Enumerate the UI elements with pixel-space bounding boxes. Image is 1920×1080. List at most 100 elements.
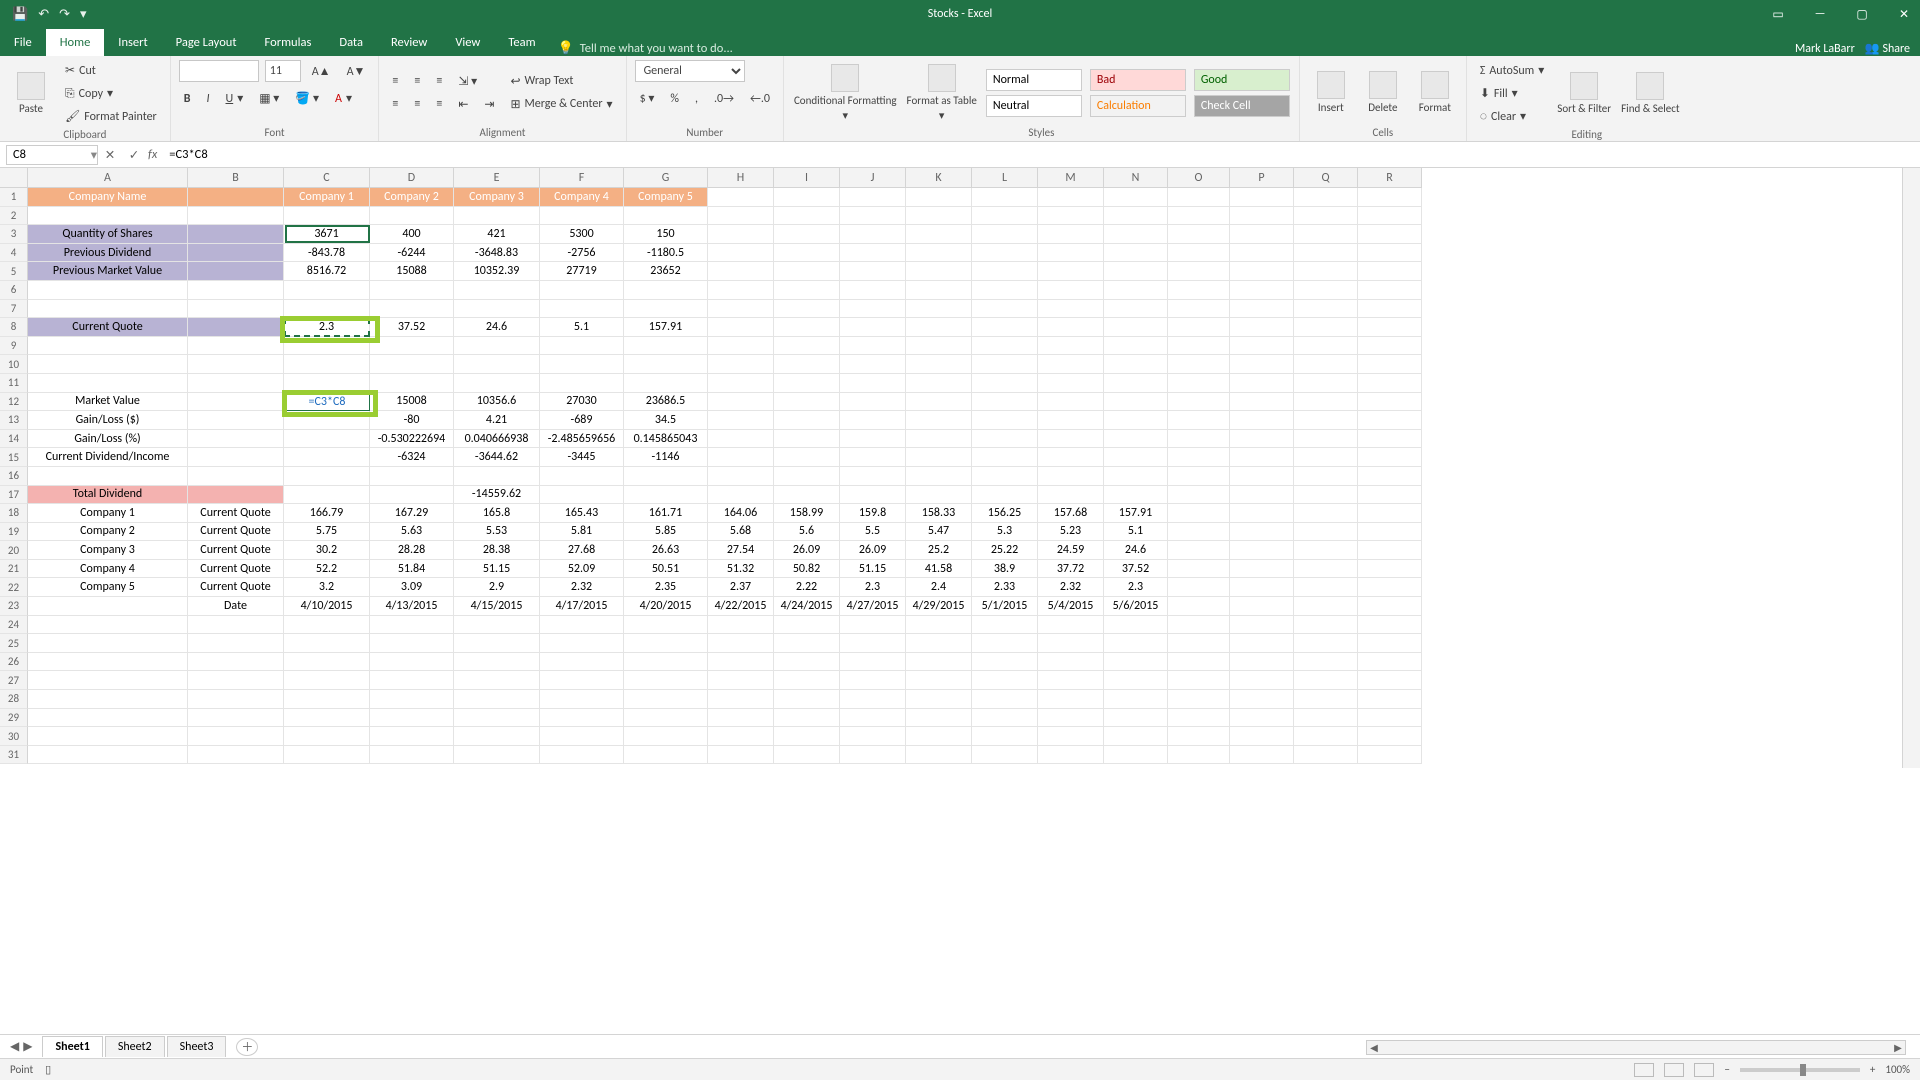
cell-G28[interactable]: [624, 690, 708, 709]
cell-F4[interactable]: -2756: [540, 244, 624, 263]
cell-A22[interactable]: Company 5: [28, 578, 188, 597]
cell-I5[interactable]: [774, 262, 840, 281]
cell-M6[interactable]: [1038, 281, 1104, 300]
cell-B16[interactable]: [188, 467, 284, 486]
cell-P30[interactable]: [1230, 727, 1294, 746]
cell-Q2[interactable]: [1294, 207, 1358, 226]
tab-view[interactable]: View: [441, 29, 494, 56]
cell-R4[interactable]: [1358, 244, 1422, 263]
cell-M18[interactable]: 157.68: [1038, 504, 1104, 523]
row-header-8[interactable]: 8: [0, 318, 28, 337]
cell-R2[interactable]: [1358, 207, 1422, 226]
cell-L28[interactable]: [972, 690, 1038, 709]
merge-center-button[interactable]: ⊞ Merge & Center ▾: [505, 94, 617, 115]
cell-D7[interactable]: [370, 300, 454, 319]
row-header-4[interactable]: 4: [0, 244, 28, 263]
share-button[interactable]: 👥 Share: [1865, 41, 1910, 56]
cell-O9[interactable]: [1168, 337, 1230, 356]
cell-N26[interactable]: [1104, 653, 1168, 672]
cell-G7[interactable]: [624, 300, 708, 319]
cell-N30[interactable]: [1104, 727, 1168, 746]
cell-I22[interactable]: 2.22: [774, 578, 840, 597]
save-icon[interactable]: 💾: [12, 7, 28, 22]
sheet-tab-1[interactable]: Sheet1: [42, 1036, 102, 1057]
cell-H31[interactable]: [708, 746, 774, 765]
cell-G4[interactable]: -1180.5: [624, 244, 708, 263]
row-header-30[interactable]: 30: [0, 727, 28, 746]
tab-review[interactable]: Review: [377, 29, 441, 56]
cell-J21[interactable]: 51.15: [840, 560, 906, 579]
cell-O11[interactable]: [1168, 374, 1230, 393]
cell-J30[interactable]: [840, 727, 906, 746]
cell-F18[interactable]: 165.43: [540, 504, 624, 523]
cell-Q28[interactable]: [1294, 690, 1358, 709]
cell-E13[interactable]: 4.21: [454, 411, 540, 430]
cell-I21[interactable]: 50.82: [774, 560, 840, 579]
cell-M1[interactable]: [1038, 188, 1104, 207]
col-header-B[interactable]: B: [188, 168, 284, 188]
cell-J17[interactable]: [840, 486, 906, 505]
cell-O29[interactable]: [1168, 709, 1230, 728]
cell-R7[interactable]: [1358, 300, 1422, 319]
col-header-I[interactable]: I: [774, 168, 840, 188]
cell-H5[interactable]: [708, 262, 774, 281]
percent-icon[interactable]: %: [665, 89, 684, 109]
cell-D10[interactable]: [370, 355, 454, 374]
cell-F12[interactable]: 27030: [540, 393, 624, 412]
cell-B9[interactable]: [188, 337, 284, 356]
cell-H6[interactable]: [708, 281, 774, 300]
cell-I31[interactable]: [774, 746, 840, 765]
cell-B4[interactable]: [188, 244, 284, 263]
cell-K4[interactable]: [906, 244, 972, 263]
cell-L17[interactable]: [972, 486, 1038, 505]
row-header-14[interactable]: 14: [0, 430, 28, 449]
cell-C3[interactable]: 3671: [284, 225, 370, 244]
cell-N8[interactable]: [1104, 318, 1168, 337]
cell-E11[interactable]: [454, 374, 540, 393]
cell-F6[interactable]: [540, 281, 624, 300]
cell-Q26[interactable]: [1294, 653, 1358, 672]
cell-I8[interactable]: [774, 318, 840, 337]
cell-H10[interactable]: [708, 355, 774, 374]
cell-P12[interactable]: [1230, 393, 1294, 412]
cell-L21[interactable]: 38.9: [972, 560, 1038, 579]
user-name[interactable]: Mark LaBarr: [1795, 42, 1855, 56]
cell-I16[interactable]: [774, 467, 840, 486]
style-bad[interactable]: Bad: [1090, 69, 1186, 91]
cell-F1[interactable]: Company 4: [540, 188, 624, 207]
cell-G13[interactable]: 34.5: [624, 411, 708, 430]
cell-Q23[interactable]: [1294, 597, 1358, 616]
cell-M31[interactable]: [1038, 746, 1104, 765]
cell-G12[interactable]: 23686.5: [624, 393, 708, 412]
enter-formula-icon[interactable]: ✓: [122, 147, 146, 163]
cell-B27[interactable]: [188, 671, 284, 690]
cell-F25[interactable]: [540, 634, 624, 653]
cell-K20[interactable]: 25.2: [906, 541, 972, 560]
cell-J15[interactable]: [840, 448, 906, 467]
cell-I7[interactable]: [774, 300, 840, 319]
cell-P21[interactable]: [1230, 560, 1294, 579]
cell-I2[interactable]: [774, 207, 840, 226]
paste-button[interactable]: Paste: [8, 70, 54, 117]
cell-Q6[interactable]: [1294, 281, 1358, 300]
cell-O18[interactable]: [1168, 504, 1230, 523]
cell-C5[interactable]: 8516.72: [284, 262, 370, 281]
cell-O16[interactable]: [1168, 467, 1230, 486]
vertical-scrollbar[interactable]: [1902, 168, 1920, 768]
cell-C9[interactable]: [284, 337, 370, 356]
cell-I3[interactable]: [774, 225, 840, 244]
cell-E30[interactable]: [454, 727, 540, 746]
cell-C16[interactable]: [284, 467, 370, 486]
cell-R28[interactable]: [1358, 690, 1422, 709]
cell-B29[interactable]: [188, 709, 284, 728]
cell-I19[interactable]: 5.6: [774, 523, 840, 542]
cell-A19[interactable]: Company 2: [28, 523, 188, 542]
autosum-button[interactable]: Σ AutoSum ▾: [1475, 60, 1549, 81]
cell-J11[interactable]: [840, 374, 906, 393]
close-icon[interactable]: ✕: [1894, 7, 1914, 22]
cell-B24[interactable]: [188, 616, 284, 635]
cell-A24[interactable]: [28, 616, 188, 635]
cell-M22[interactable]: 2.32: [1038, 578, 1104, 597]
find-select-button[interactable]: Find & Select: [1619, 70, 1681, 117]
cell-P20[interactable]: [1230, 541, 1294, 560]
